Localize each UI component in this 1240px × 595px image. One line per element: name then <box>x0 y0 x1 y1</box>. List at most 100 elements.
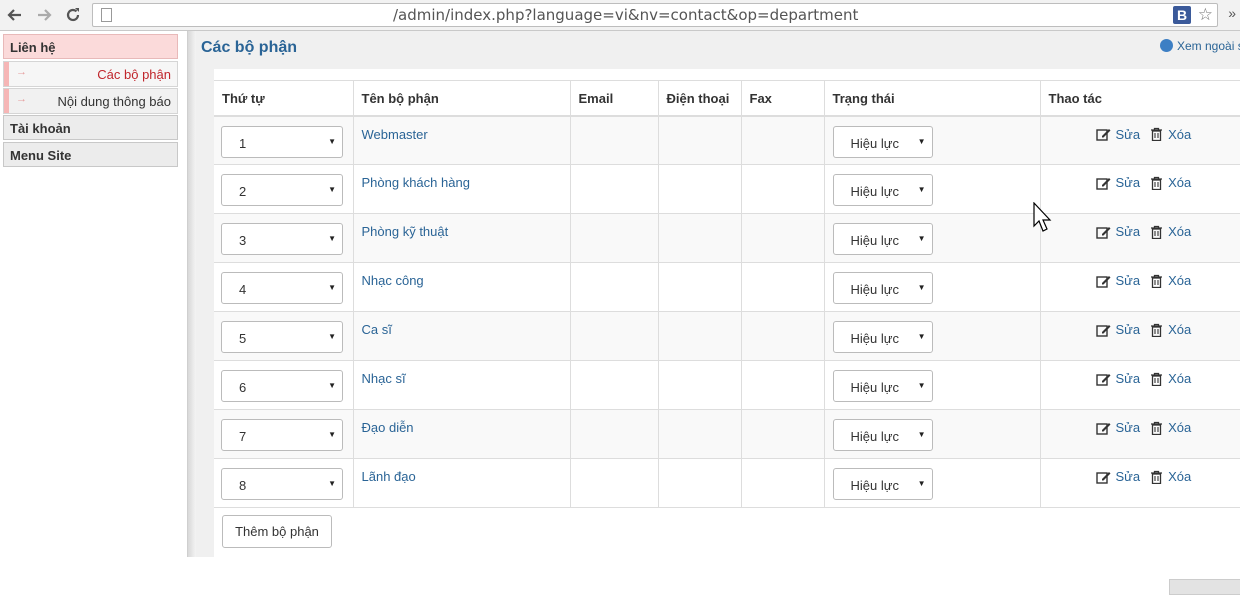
phone-cell <box>658 213 742 263</box>
status-select[interactable]: Hiệu lực ▼ <box>832 272 933 304</box>
sidebar-item-lien-he[interactable]: Liên hệ <box>3 34 178 59</box>
email-cell <box>570 213 659 263</box>
delete-button[interactable]: Xóa <box>1150 127 1191 142</box>
department-name-link[interactable]: Lãnh đạo <box>354 459 570 484</box>
fax-cell <box>741 409 825 459</box>
department-name-link[interactable]: Phòng kỹ thuật <box>354 214 570 239</box>
actions-cell: Sửa Xóa <box>1040 262 1240 312</box>
edit-icon <box>1095 373 1110 386</box>
phone-cell <box>658 360 742 410</box>
department-name-link[interactable]: Nhạc sĩ <box>354 361 570 386</box>
arrow-icon: → <box>16 66 27 78</box>
chevron-down-icon: ▼ <box>328 234 336 243</box>
order-select[interactable]: 4 ▼ <box>221 272 343 304</box>
edit-button[interactable]: Sửa <box>1095 371 1140 386</box>
table-row: 4 ▼ Nhạc công Hiệu lực ▼ Sửa Xóa <box>214 262 1240 312</box>
sidebar-subitem-cac-bo-phan[interactable]: → Các bộ phận <box>3 61 178 87</box>
forward-button[interactable] <box>33 4 55 26</box>
trash-icon <box>1151 176 1163 190</box>
view-site-link[interactable]: Xem ngoài s <box>1160 39 1240 53</box>
trash-icon <box>1151 470 1163 484</box>
sidebar-item-menu-site[interactable]: Menu Site <box>3 142 178 167</box>
sidebar-subitem-noi-dung-thong-bao[interactable]: → Nội dung thông báo <box>3 88 178 114</box>
browser-toolbar: /admin/index.php?language=vi&nv=contact&… <box>0 0 1240 31</box>
extension-button[interactable]: B <box>1173 6 1191 24</box>
phone-cell <box>658 262 742 312</box>
email-cell <box>570 360 659 410</box>
phone-cell <box>658 164 742 214</box>
trash-icon <box>1151 421 1163 435</box>
actions-cell: Sửa Xóa <box>1040 311 1240 361</box>
status-select[interactable]: Hiệu lực ▼ <box>832 174 933 206</box>
sidebar-item-tai-khoan[interactable]: Tài khoản <box>3 115 178 140</box>
edit-button[interactable]: Sửa <box>1095 273 1140 288</box>
status-select[interactable]: Hiệu lực ▼ <box>832 468 933 500</box>
delete-button[interactable]: Xóa <box>1150 469 1191 484</box>
status-select[interactable]: Hiệu lực ▼ <box>832 370 933 402</box>
add-department-button[interactable]: Thêm bộ phận <box>222 515 332 548</box>
status-cell: Hiệu lực ▼ <box>824 164 1041 214</box>
chevron-down-icon: ▼ <box>328 430 336 439</box>
order-select[interactable]: 5 ▼ <box>221 321 343 353</box>
status-cell: Hiệu lực ▼ <box>824 458 1041 508</box>
actions-cell: Sửa Xóa <box>1040 409 1240 459</box>
department-name-link[interactable]: Đạo diễn <box>354 410 570 435</box>
delete-button[interactable]: Xóa <box>1150 273 1191 288</box>
order-select[interactable]: 3 ▼ <box>221 223 343 255</box>
edit-button[interactable]: Sửa <box>1095 175 1140 190</box>
email-cell <box>570 164 659 214</box>
edit-button[interactable]: Sửa <box>1095 469 1140 484</box>
sidebar-subitem-label: Nội dung thông báo <box>57 94 171 109</box>
address-bar[interactable]: /admin/index.php?language=vi&nv=contact&… <box>92 3 1218 27</box>
order-cell: 4 ▼ <box>214 262 354 312</box>
status-select[interactable]: Hiệu lực ▼ <box>832 125 933 158</box>
status-select[interactable]: Hiệu lực ▼ <box>832 321 933 353</box>
order-select[interactable]: 8 ▼ <box>221 468 343 500</box>
department-name-link[interactable]: Nhạc công <box>354 263 570 288</box>
back-button[interactable] <box>4 4 26 26</box>
globe-icon <box>1160 39 1173 52</box>
delete-button[interactable]: Xóa <box>1150 322 1191 337</box>
fax-cell <box>741 213 825 263</box>
delete-button[interactable]: Xóa <box>1150 224 1191 239</box>
order-select[interactable]: 6 ▼ <box>221 370 343 402</box>
chevron-down-icon: ▼ <box>917 381 926 390</box>
back-icon <box>7 9 21 21</box>
order-select[interactable]: 7 ▼ <box>221 419 343 451</box>
col-actions: Thao tác <box>1040 80 1240 117</box>
edit-icon <box>1095 177 1110 190</box>
chevron-down-icon: ▼ <box>917 185 926 194</box>
edit-button[interactable]: Sửa <box>1095 322 1140 337</box>
status-select[interactable]: Hiệu lực ▼ <box>832 223 933 255</box>
department-name-link[interactable]: Phòng khách hàng <box>354 165 570 190</box>
department-name-link[interactable]: Webmaster <box>354 117 570 142</box>
chevron-down-icon: ▼ <box>917 332 926 341</box>
status-cell: Hiệu lực ▼ <box>824 409 1041 459</box>
more-extensions[interactable]: » <box>1228 5 1236 21</box>
status-cell: Hiệu lực ▼ <box>824 311 1041 361</box>
edit-button[interactable]: Sửa <box>1095 224 1140 239</box>
order-cell: 5 ▼ <box>214 311 354 361</box>
delete-button[interactable]: Xóa <box>1150 371 1191 386</box>
edit-icon <box>1095 129 1110 141</box>
name-cell: Nhạc công <box>353 262 571 312</box>
delete-button[interactable]: Xóa <box>1150 420 1191 435</box>
status-select[interactable]: Hiệu lực ▼ <box>832 419 933 451</box>
order-cell: 6 ▼ <box>214 360 354 410</box>
order-select[interactable]: 2 ▼ <box>221 174 343 206</box>
department-name-link[interactable]: Ca sĩ <box>354 312 570 337</box>
name-cell: Webmaster <box>353 115 571 165</box>
col-email: Email <box>570 80 659 117</box>
email-cell <box>570 311 659 361</box>
reload-button[interactable] <box>62 4 84 26</box>
actions-cell: Sửa Xóa <box>1040 360 1240 410</box>
horizontal-scrollbar[interactable] <box>1169 579 1240 595</box>
edit-button[interactable]: Sửa <box>1095 127 1140 142</box>
edit-button[interactable]: Sửa <box>1095 420 1140 435</box>
order-select[interactable]: 1 ▼ <box>221 125 343 158</box>
edit-icon <box>1095 275 1110 288</box>
chevron-down-icon: ▼ <box>328 185 336 194</box>
star-icon[interactable]: ☆ <box>1198 5 1213 25</box>
delete-button[interactable]: Xóa <box>1150 175 1191 190</box>
edit-icon <box>1095 324 1110 337</box>
